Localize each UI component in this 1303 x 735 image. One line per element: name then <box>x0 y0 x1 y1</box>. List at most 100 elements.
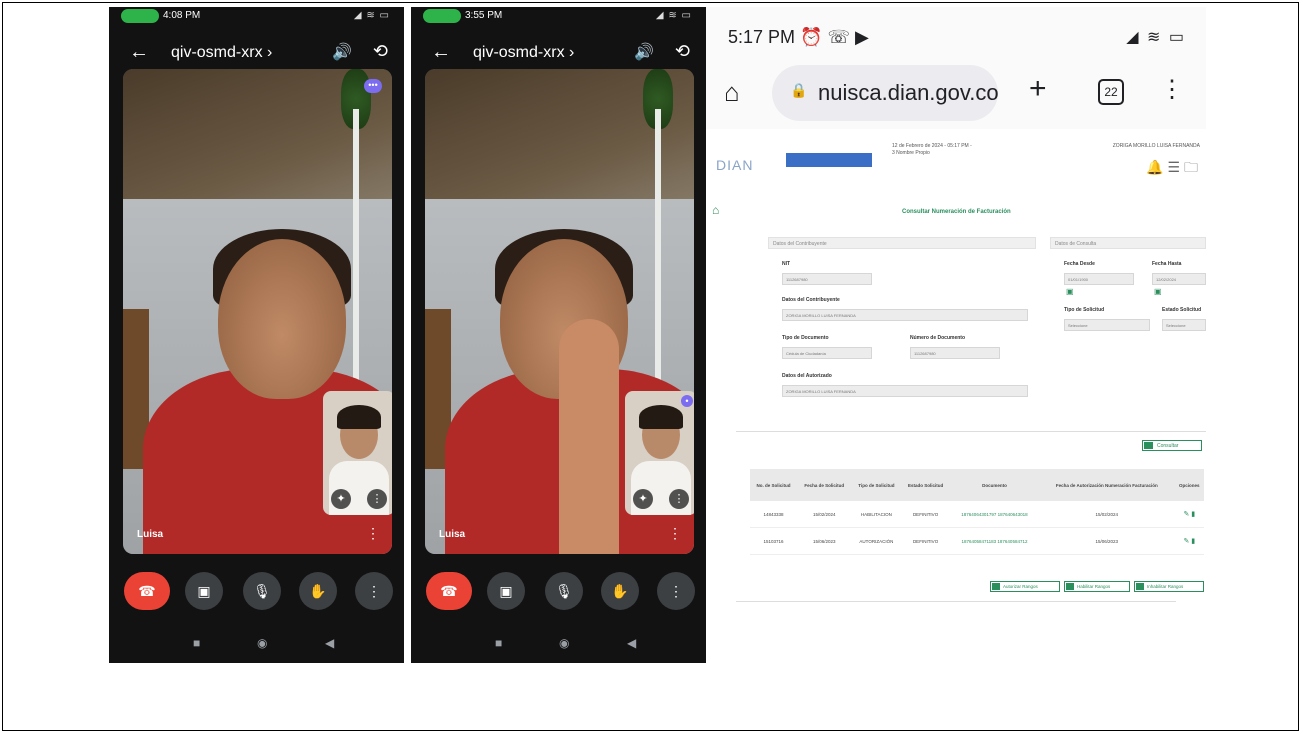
video-pipe <box>655 109 661 409</box>
raise-hand-button[interactable]: ✋ <box>601 572 639 610</box>
meeting-code[interactable]: qiv-osmd-xrx › <box>171 44 272 62</box>
switch-camera-icon[interactable]: ⟲ <box>373 41 388 62</box>
video-tile[interactable]: ••• ✦ ⋮ Luisa ⋮ <box>123 69 392 554</box>
speaker-icon[interactable]: 🔊 <box>332 42 352 62</box>
home-icon[interactable]: ◉ <box>257 636 267 650</box>
signal-icons: ◢ ≋ ▭ <box>655 10 692 21</box>
back-icon[interactable]: ◀ <box>325 636 334 650</box>
mic-button[interactable]: 🎙 <box>243 572 281 610</box>
document-link[interactable]: 18764058471183 187640584712 <box>949 527 1040 555</box>
cell: 15/02/2024 <box>796 501 852 528</box>
cell: 15/02/2024 <box>1039 501 1175 528</box>
tipo-doc-field[interactable]: Cédula de Ciudadanía <box>782 347 872 359</box>
switch-camera-icon[interactable]: ⟲ <box>675 41 690 62</box>
document-link[interactable]: 18764064301797 187640643018 <box>949 501 1040 528</box>
num-doc-field[interactable]: 1112687980 <box>910 347 1000 359</box>
razon-field[interactable]: ZORIGA MORILLO LUISA FERNANDA <box>782 309 1028 321</box>
end-call-button[interactable]: ☎ <box>426 572 472 610</box>
row-options-icons[interactable]: ✎ ▮ <box>1174 527 1204 555</box>
cell: DEFINITIVO <box>901 501 950 528</box>
back-arrow-icon[interactable]: ← <box>431 41 451 64</box>
participant-head <box>218 239 346 399</box>
home-icon[interactable]: ◉ <box>559 636 569 650</box>
fecha-hasta-field[interactable]: 12/02/2024 <box>1152 273 1206 285</box>
browser-screenshot: 5:17 PM ⏰ ☏ ▶ ◢ ≋ ▭ ⌂ 🔒 nuisca.dian.gov.… <box>706 7 1206 663</box>
raise-hand-button[interactable]: ✋ <box>299 572 337 610</box>
estado-sol-label: Estado Solicitud <box>1162 307 1202 313</box>
autorizar-rangos-button[interactable]: Autorizar Rangos <box>990 581 1060 592</box>
cell: 15/06/2023 <box>1039 527 1175 555</box>
col-no-solicitud: No. de Solicitud <box>750 469 797 501</box>
page-title: Consultar Numeración de Facturación <box>902 209 1011 215</box>
video-tile[interactable]: • ✦ ⋮ Luisa ⋮ <box>425 69 694 554</box>
tile-more-icon[interactable]: ⋮ <box>366 525 380 542</box>
self-view-pip[interactable]: • ✦ ⋮ <box>625 391 694 515</box>
more-dots-icon[interactable]: ••• <box>364 79 382 93</box>
divider <box>736 431 1206 432</box>
col-fecha-autorizacion: Fecha de Autorización Numeración Factura… <box>1039 469 1175 501</box>
more-options-button[interactable]: ⋮ <box>657 572 695 610</box>
effects-icon[interactable]: ✦ <box>331 489 351 509</box>
speaker-icon[interactable]: 🔊 <box>634 42 654 62</box>
table-row[interactable]: 15103716 15/06/2023 AUTORIZACIÓN DEFINIT… <box>750 527 1204 555</box>
participant-name: Luisa <box>137 529 164 540</box>
back-arrow-icon[interactable]: ← <box>129 41 149 64</box>
col-fecha-solicitud: Fecha de Solicitud <box>796 469 852 501</box>
consultar-button[interactable]: Consultar <box>1142 440 1202 451</box>
browser-menu-icon[interactable]: ⋮ <box>1160 75 1184 104</box>
inhabilitar-rangos-button[interactable]: Inhabilitar Rangos <box>1134 581 1204 592</box>
autorizado-field[interactable]: ZORIGA MORILLO LUISA FERNANDA <box>782 385 1028 397</box>
browser-home-icon[interactable]: ⌂ <box>724 77 740 108</box>
mic-button[interactable]: 🎙 <box>545 572 583 610</box>
dian-logo[interactable]: DIAN <box>716 157 753 173</box>
table-row[interactable]: 14843338 15/02/2024 HABILITACION DEFINIT… <box>750 501 1204 528</box>
pip-more-icon[interactable]: ⋮ <box>669 489 689 509</box>
call-controls: ☎ ▣ 🎙 ✋ ⋮ <box>411 570 706 614</box>
self-view-hair <box>639 405 683 429</box>
divider <box>736 601 1176 602</box>
row-options-icons[interactable]: ✎ ▮ <box>1174 501 1204 528</box>
tipo-sol-label: Tipo de Solicitud <box>1064 307 1105 313</box>
razon-label: Datos del Contribuyente <box>782 297 840 303</box>
pip-more-icon[interactable]: ⋮ <box>367 489 387 509</box>
status-bar: 4:08 PM ◢ ≋ ▭ <box>109 7 404 27</box>
status-bar: 3:55 PM ◢ ≋ ▭ <box>411 7 706 27</box>
effects-icon[interactable]: ✦ <box>633 489 653 509</box>
android-nav-bar: ■ ◉ ◀ <box>411 629 706 659</box>
recents-icon[interactable]: ■ <box>495 636 502 650</box>
end-call-button[interactable]: ☎ <box>124 572 170 610</box>
recents-icon[interactable]: ■ <box>193 636 200 650</box>
status-time: 3:55 PM <box>465 10 503 21</box>
tab-count[interactable]: 22 <box>1098 79 1124 105</box>
call-indicator <box>121 9 159 23</box>
cell: 15103716 <box>750 527 797 555</box>
gov-banner <box>786 153 872 167</box>
tile-more-icon[interactable]: ⋮ <box>668 525 682 542</box>
fecha-desde-field[interactable]: 01/01/1900 <box>1064 273 1134 285</box>
cell: HABILITACION <box>851 501 902 528</box>
fecha-hasta-label: Fecha Hasta <box>1152 261 1182 267</box>
home-link-icon[interactable]: ⌂ <box>712 203 719 217</box>
habilitar-rangos-button[interactable]: Habilitar Rangos <box>1064 581 1130 592</box>
back-icon[interactable]: ◀ <box>627 636 636 650</box>
address-bar[interactable]: 🔒 nuisca.dian.gov.co <box>772 65 999 121</box>
calendar-icon[interactable]: ▣ <box>1066 287 1074 296</box>
camera-button[interactable]: ▣ <box>487 572 525 610</box>
url-text[interactable]: nuisca.dian.gov.co <box>818 80 999 106</box>
meet-top-bar: ← qiv-osmd-xrx › 🔊 ⟲ <box>411 35 706 69</box>
nit-field[interactable]: 1112687980 <box>782 273 872 285</box>
more-options-button[interactable]: ⋮ <box>355 572 393 610</box>
fecha-desde-label: Fecha Desde <box>1064 261 1095 267</box>
meeting-code[interactable]: qiv-osmd-xrx › <box>473 44 574 62</box>
camera-button[interactable]: ▣ <box>185 572 223 610</box>
col-tipo-solicitud: Tipo de Solicitud <box>851 469 902 501</box>
self-view-pip[interactable]: ✦ ⋮ <box>323 391 392 515</box>
col-documento: Documento <box>949 469 1040 501</box>
calendar-icon[interactable]: ▣ <box>1154 287 1162 296</box>
new-tab-icon[interactable]: + <box>1029 72 1047 106</box>
tipo-sol-select[interactable]: Seleccione <box>1064 319 1150 331</box>
estado-sol-select[interactable]: Seleccione <box>1162 319 1206 331</box>
cell: 15/06/2023 <box>796 527 852 555</box>
header-icons[interactable]: 🔔☰🗀 <box>1146 157 1202 181</box>
pip-chip-icon[interactable]: • <box>681 395 693 407</box>
